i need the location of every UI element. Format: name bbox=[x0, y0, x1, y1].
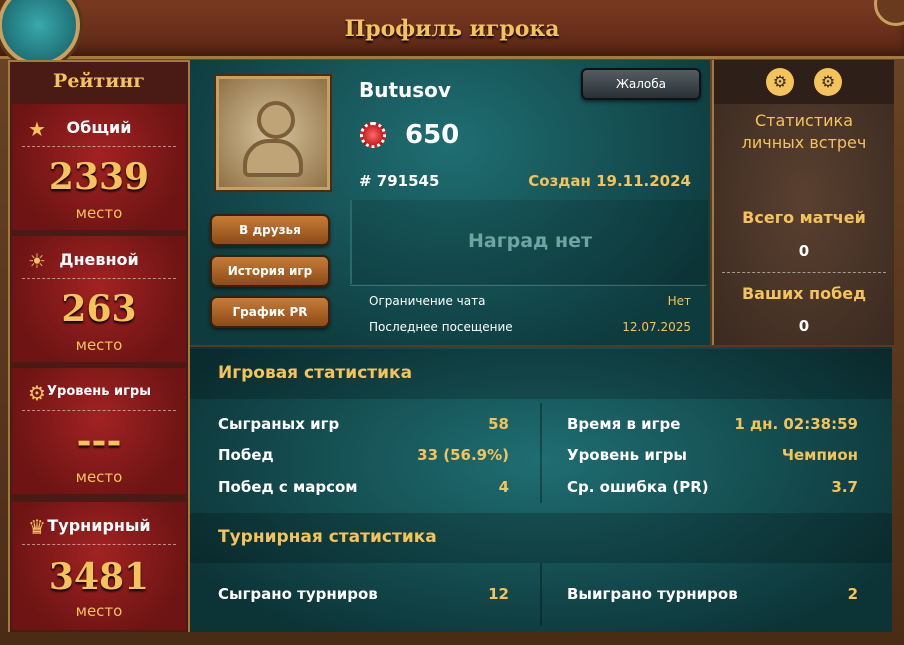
rating-tournament-place: место bbox=[75, 602, 123, 620]
rating-level-value: --- bbox=[76, 420, 122, 462]
rating-level: ⚙ Уровень игры --- место bbox=[12, 368, 186, 494]
stat-row: Уровень игры Чемпион bbox=[567, 446, 858, 464]
stats-panel: Игровая статистика Сыграных игр 58 Побед 3… bbox=[190, 347, 892, 632]
brain-icon: ⚙ bbox=[814, 68, 842, 96]
rating-daily-place: место bbox=[75, 336, 123, 354]
rating-general-place: место bbox=[75, 204, 123, 222]
stat-row: Побед с марсом 4 bbox=[218, 478, 509, 496]
profile-photo bbox=[216, 76, 330, 190]
page-title: Профиль игрока bbox=[344, 16, 560, 42]
h2h-wins-value: 0 bbox=[798, 317, 810, 335]
rating-general-label: Общий bbox=[66, 118, 132, 137]
rating-daily-label: Дневной bbox=[59, 250, 139, 269]
tournament-stats-title: Турнирная статистика bbox=[218, 527, 437, 547]
h2h-total-label: Всего матчей bbox=[742, 208, 866, 227]
rating-panel: Рейтинг ★ Общий 2339 место ☀ Дневной 263… bbox=[8, 60, 190, 636]
stat-row: Время в игре 1 дн. 02:38:59 bbox=[567, 415, 858, 433]
last-visit-label: Последнее посещение bbox=[369, 320, 513, 334]
chip-icon bbox=[360, 122, 386, 148]
profile-panel: Butusov 650 # 791545 Создан 19.11.2024 Ж… bbox=[190, 60, 710, 345]
header: Профиль игрока bbox=[0, 0, 904, 59]
last-visit-value: 12.07.2025 bbox=[622, 320, 691, 334]
rating-level-label: Уровень игры bbox=[47, 384, 151, 399]
stat-row: Сыграных игр 58 bbox=[218, 415, 509, 433]
user-id: # 791545 bbox=[359, 172, 440, 190]
add-friend-button[interactable]: В друзья bbox=[210, 214, 330, 246]
rating-level-place: место bbox=[75, 468, 123, 486]
pr-chart-button[interactable]: График PR bbox=[210, 296, 330, 328]
h2h-title: Статистика личных встреч bbox=[741, 111, 867, 152]
username: Butusov bbox=[359, 78, 451, 102]
h2h-panel: ⚙ ⚙ Статистика личных встреч Всего матче… bbox=[712, 60, 894, 345]
awards-box: Наград нет bbox=[350, 200, 708, 284]
stat-row: Сыграно турниров 12 bbox=[218, 585, 509, 603]
rating-title: Рейтинг bbox=[53, 70, 145, 92]
created-date: Создан 19.11.2024 bbox=[528, 172, 691, 190]
rating-general: ★ Общий 2339 место bbox=[12, 104, 186, 230]
user-silhouette-icon bbox=[257, 101, 295, 139]
chat-limit-label: Ограничение чата bbox=[369, 294, 486, 308]
rating-daily: ☀ Дневной 263 место bbox=[12, 236, 186, 362]
awards-text: Наград нет bbox=[467, 230, 593, 252]
rating-tournament: ♛ Турнирный 3481 место bbox=[12, 502, 186, 630]
rating-tournament-label: Турнирный bbox=[47, 516, 151, 535]
game-stats-title: Игровая статистика bbox=[218, 363, 413, 383]
rating-tournament-value: 3481 bbox=[48, 556, 150, 598]
user-rating: 650 bbox=[405, 120, 460, 150]
chat-limit-value: Нет bbox=[667, 294, 691, 308]
stat-row: Ср. ошибка (PR) 3.7 bbox=[567, 478, 858, 496]
rating-daily-value: 263 bbox=[61, 288, 137, 330]
complain-button[interactable]: Жалоба bbox=[581, 68, 701, 100]
h2h-wins-label: Ваших побед bbox=[741, 284, 867, 303]
h2h-total-value: 0 bbox=[798, 242, 810, 260]
brain-icon: ⚙ bbox=[766, 68, 794, 96]
game-history-button[interactable]: История игр bbox=[210, 255, 330, 287]
stat-row: Выиграно турниров 2 bbox=[567, 585, 858, 603]
stat-row: Побед 33 (56.9%) bbox=[218, 446, 509, 464]
last-visit-row: Последнее посещение 12.07.2025 bbox=[369, 320, 691, 334]
chat-limit-row: Ограничение чата Нет bbox=[369, 294, 691, 308]
rating-general-value: 2339 bbox=[48, 156, 150, 198]
